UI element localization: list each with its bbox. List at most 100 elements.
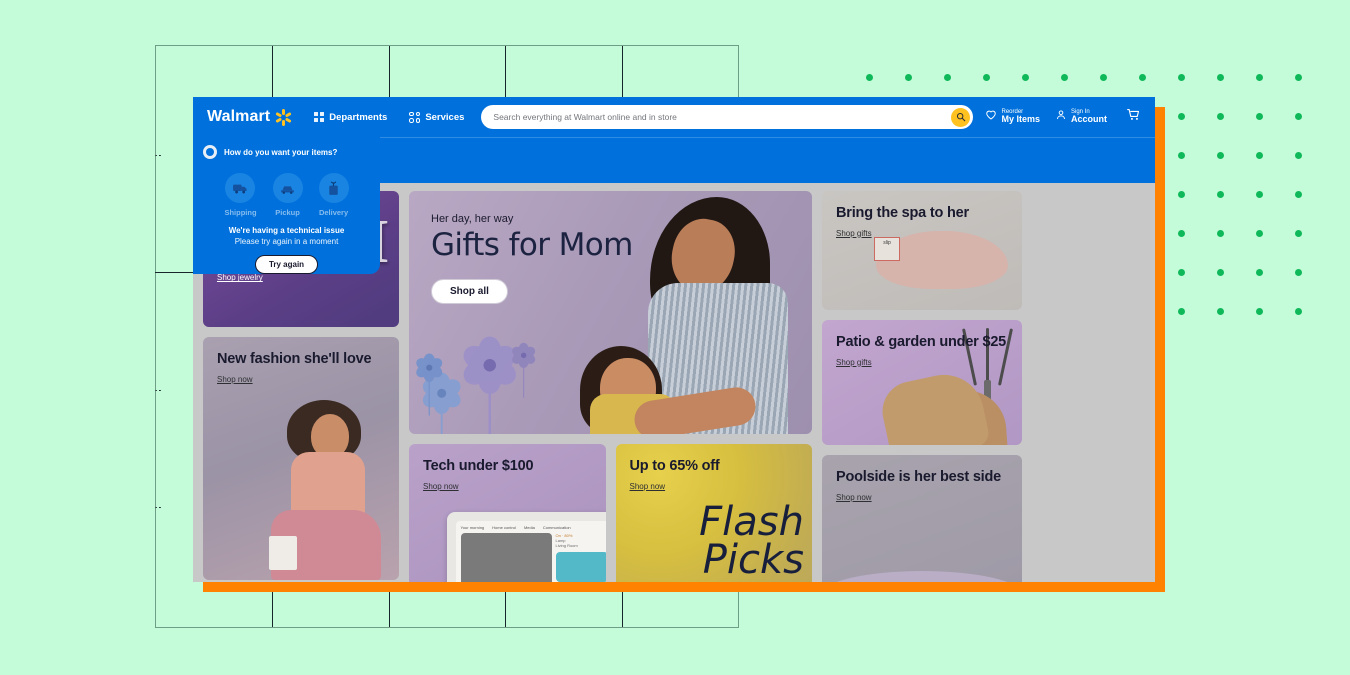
card-flash-link[interactable]: Shop now: [630, 482, 666, 491]
background-dot: [1256, 230, 1263, 237]
grid-line-horizontal: [155, 45, 739, 46]
walmart-logo[interactable]: Walmart: [207, 108, 292, 126]
my-items-label: My Items: [1001, 114, 1040, 125]
background-dot: [1295, 74, 1302, 81]
search-button[interactable]: [951, 107, 971, 127]
card-patio-link[interactable]: Shop gifts: [836, 358, 872, 367]
flash-word-1: Flash: [699, 499, 804, 545]
background-dot: [1139, 74, 1146, 81]
background-dot: [1217, 113, 1224, 120]
fulfillment-option-delivery[interactable]: Delivery: [318, 173, 349, 217]
nav-departments[interactable]: Departments: [314, 112, 387, 123]
services-icon: [409, 111, 421, 123]
pool-float-image: [822, 571, 1022, 582]
search-input[interactable]: [493, 112, 952, 122]
nav-departments-label: Departments: [329, 111, 388, 123]
device-tab: Home control: [492, 525, 516, 530]
grid-line-vertical: [155, 45, 156, 628]
background-dot: [1256, 113, 1263, 120]
background-dot: [866, 74, 873, 81]
card-hero-gifts-for-mom[interactable]: Her day, her way Gifts for Mom Shop all: [409, 191, 812, 434]
flash-picks-art: Flash Picks: [699, 499, 804, 582]
card-fashion-link[interactable]: Shop now: [217, 375, 253, 384]
account-label: Account: [1071, 114, 1107, 125]
location-badge-icon: [203, 145, 217, 159]
product-tag-label: slip: [883, 240, 891, 246]
background-dot: [1178, 113, 1185, 120]
fulfillment-options: Shipping Pickup Delivery: [203, 173, 370, 217]
background-dot: [905, 74, 912, 81]
product-tag: slip: [874, 237, 900, 261]
hero-title: Gifts for Mom: [431, 227, 633, 263]
fulfillment-option-pickup[interactable]: Pickup: [272, 173, 303, 217]
flower-icon: [414, 353, 445, 416]
card-jewelry-link[interactable]: Shop jewelry: [217, 273, 263, 282]
heart-icon: [985, 108, 997, 126]
search-bar[interactable]: [481, 105, 974, 129]
card-tech[interactable]: Your morning Home control Media Communic…: [409, 444, 606, 582]
card-fashion-title: New fashion she'll love: [217, 351, 372, 367]
fashion-model-image: [255, 380, 399, 580]
screenshot-stage: Walmart Departments Services Search ever…: [0, 0, 1350, 675]
account-button[interactable]: Sign In Account: [1055, 108, 1107, 126]
background-dot: [1295, 308, 1302, 315]
try-again-button[interactable]: Try again: [254, 255, 319, 274]
background-dot: [1256, 74, 1263, 81]
column-middle: Her day, her way Gifts for Mom Shop all …: [409, 191, 812, 582]
fulfillment-question-row: How do you want your items?: [203, 145, 370, 159]
fulfillment-question: How do you want your items?: [224, 147, 338, 157]
grid-icon: [314, 112, 325, 122]
card-tech-link[interactable]: Shop now: [423, 482, 459, 491]
background-dot: [1022, 74, 1029, 81]
background-dot: [1295, 113, 1302, 120]
background-dot: [1295, 230, 1302, 237]
card-fashion[interactable]: New fashion she'll love Shop now: [203, 337, 399, 580]
device-weather-tile: [555, 552, 606, 582]
card-pool[interactable]: Poolside is her best side Shop now: [822, 455, 1022, 582]
grid-line-horizontal: [155, 507, 162, 508]
device-tab: Media: [523, 525, 535, 530]
shop-all-button[interactable]: Shop all: [431, 279, 508, 304]
fulfillment-pickup-label: Pickup: [275, 208, 300, 217]
flash-word-2: Picks: [702, 536, 804, 582]
background-dot: [1256, 269, 1263, 276]
card-spa[interactable]: slip Bring the spa to her Shop gifts: [822, 191, 1022, 310]
grid-line-horizontal: [155, 155, 162, 156]
header-right-actions: Reorder My Items Sign In Account: [985, 107, 1141, 127]
background-dot: [1178, 191, 1185, 198]
card-pool-title: Poolside is her best side: [836, 469, 1002, 485]
card-pool-link[interactable]: Shop now: [836, 493, 872, 502]
background-dot: [1217, 230, 1224, 237]
card-spa-title: Bring the spa to her: [836, 205, 969, 221]
my-items-button[interactable]: Reorder My Items: [985, 108, 1040, 126]
card-flash-picks[interactable]: Flash Picks Up to 65% off Shop now: [615, 444, 812, 582]
card-spa-link[interactable]: Shop gifts: [836, 229, 872, 238]
background-dot: [1217, 191, 1224, 198]
card-patio[interactable]: Patio & garden under $25 Shop gifts: [822, 320, 1022, 445]
search-icon: [956, 112, 966, 122]
cart-button[interactable]: [1126, 107, 1141, 127]
background-dot: [1100, 74, 1107, 81]
background-dot: [1295, 191, 1302, 198]
background-dot: [1178, 230, 1185, 237]
background-dot: [1217, 269, 1224, 276]
fulfillment-option-shipping[interactable]: Shipping: [224, 173, 257, 217]
background-dot: [1178, 269, 1185, 276]
nav-services[interactable]: Services: [409, 111, 464, 123]
background-dot: [983, 74, 990, 81]
background-dot: [1178, 152, 1185, 159]
error-title: We're having a technical issue: [228, 226, 345, 235]
error-subtitle: Please try again in a moment: [234, 237, 339, 246]
bag-icon: [318, 173, 349, 203]
background-dot: [1217, 152, 1224, 159]
background-dot: [944, 74, 951, 81]
column-right: slip Bring the spa to her Shop gifts Pat…: [822, 191, 1022, 582]
background-dot: [1217, 74, 1224, 81]
grid-line-horizontal: [155, 390, 162, 391]
spark-icon: [275, 108, 292, 126]
car-icon: [272, 173, 303, 203]
device-media-panel: [460, 533, 552, 582]
fulfillment-modal: How do you want your items? Shipping Pic…: [193, 137, 380, 274]
background-dot: [1178, 74, 1185, 81]
fulfillment-delivery-label: Delivery: [318, 208, 349, 217]
